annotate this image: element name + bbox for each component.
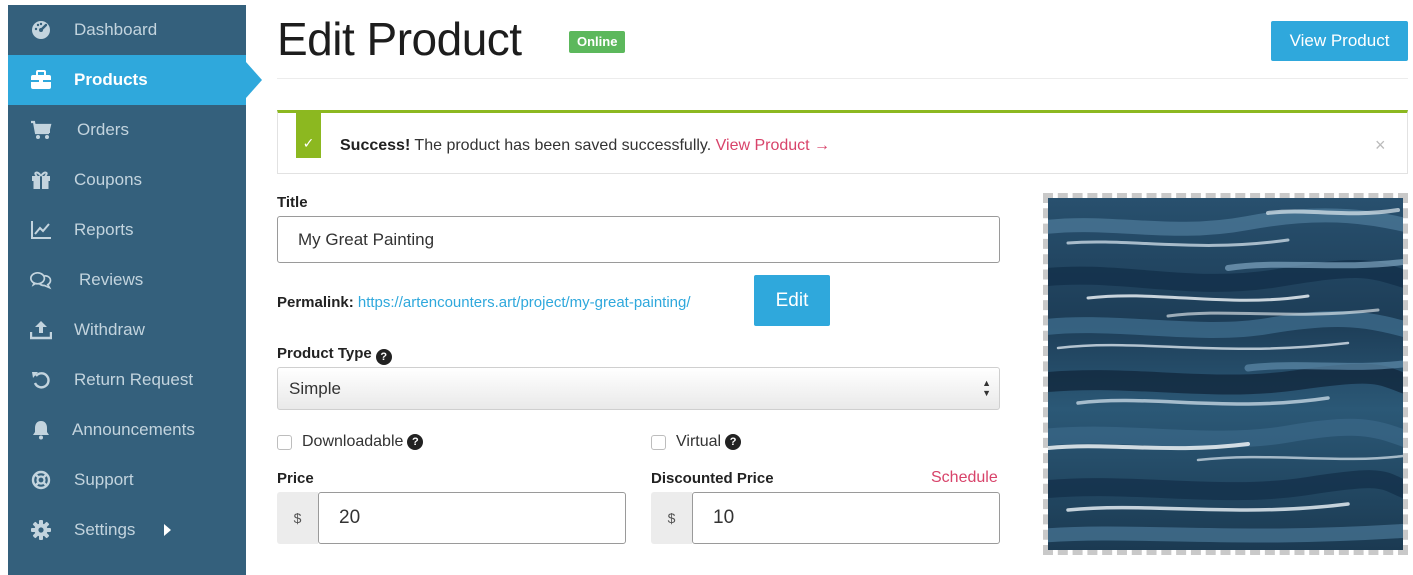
sidebar-item-orders[interactable]: Orders — [8, 105, 246, 155]
virtual-option: Virtual? — [651, 433, 742, 451]
virtual-label: Virtual — [676, 433, 722, 450]
select-arrows-icon: ▲ ▼ — [982, 378, 991, 398]
close-icon[interactable]: × — [1375, 135, 1386, 156]
edit-permalink-button[interactable]: Edit — [754, 275, 830, 326]
help-icon[interactable]: ? — [375, 349, 392, 365]
sidebar-item-label: Dashboard — [74, 20, 158, 39]
title-input[interactable] — [277, 216, 1000, 263]
virtual-checkbox[interactable] — [651, 434, 666, 450]
header-divider — [277, 78, 1408, 79]
notice-strong: Success! — [340, 137, 411, 154]
sidebar-item-label: Reviews — [79, 270, 144, 289]
permalink: Permalink: https://artencounters.art/pro… — [277, 294, 691, 311]
downloadable-checkbox[interactable] — [277, 434, 292, 450]
chart-icon — [30, 219, 52, 241]
sidebar-item-reports[interactable]: Reports — [8, 205, 246, 255]
product-type-label: Product Type? — [277, 345, 392, 365]
cart-icon — [30, 119, 52, 141]
permalink-url[interactable]: https://artencounters.art/project/my-gre… — [358, 294, 691, 311]
permalink-label: Permalink: — [277, 294, 354, 311]
sidebar-item-label: Announcements — [72, 420, 195, 439]
lifebuoy-icon — [30, 469, 52, 491]
check-icon: ✓ — [296, 110, 321, 158]
schedule-link[interactable]: Schedule — [931, 469, 998, 487]
sidebar-item-products[interactable]: Products — [8, 55, 246, 105]
sidebar-item-label: Orders — [77, 120, 129, 139]
gear-icon — [30, 519, 52, 541]
product-type-value: Simple — [289, 378, 341, 398]
sidebar-item-label: Coupons — [74, 170, 143, 189]
sidebar-item-coupons[interactable]: Coupons — [8, 155, 246, 205]
sidebar: Dashboard Products Orders Coupons Report… — [8, 5, 246, 575]
product-image-upload[interactable] — [1043, 193, 1408, 555]
sidebar-item-support[interactable]: Support — [8, 455, 246, 505]
sidebar-item-label: Products — [74, 70, 148, 89]
price-input[interactable] — [318, 492, 626, 544]
product-type-select[interactable]: Simple ▲ ▼ — [277, 367, 1000, 410]
sidebar-item-return-request[interactable]: Return Request — [8, 355, 246, 405]
comments-icon — [30, 269, 52, 291]
dashboard-icon — [30, 19, 52, 41]
sidebar-item-settings[interactable]: Settings — [8, 505, 246, 555]
sidebar-item-label: Withdraw — [74, 320, 145, 339]
sidebar-item-reviews[interactable]: Reviews — [8, 255, 246, 305]
sidebar-item-dashboard[interactable]: Dashboard — [8, 5, 246, 55]
help-icon[interactable]: ? — [407, 434, 424, 450]
status-badge: Online — [569, 31, 626, 53]
sidebar-item-label: Support — [74, 470, 134, 489]
sidebar-item-label: Reports — [74, 220, 134, 239]
sidebar-item-withdraw[interactable]: Withdraw — [8, 305, 246, 355]
title-label: Title — [277, 194, 308, 211]
product-image — [1048, 198, 1403, 550]
upload-icon — [30, 319, 52, 341]
product-type-label-text: Product Type — [277, 345, 372, 362]
page-title: Edit Product — [277, 13, 522, 65]
downloadable-label: Downloadable — [302, 433, 404, 450]
undo-icon — [30, 369, 52, 391]
sidebar-item-label: Settings — [74, 520, 136, 539]
notice-message: Success! The product has been saved succ… — [340, 137, 830, 155]
price-label: Price — [277, 470, 314, 487]
notice-view-product-link[interactable]: View Product → — [716, 137, 830, 154]
gift-icon — [30, 169, 52, 191]
price-currency: $ — [277, 492, 318, 544]
discounted-price-label: Discounted Price — [651, 470, 774, 487]
discount-currency: $ — [651, 492, 692, 544]
downloadable-option: Downloadable? — [277, 433, 424, 451]
discounted-price-input[interactable] — [692, 492, 1000, 544]
caret-right-icon — [164, 524, 171, 536]
sidebar-item-label: Return Request — [74, 370, 194, 389]
notice-text: The product has been saved successfully. — [410, 137, 716, 154]
view-product-button[interactable]: View Product — [1271, 21, 1408, 61]
sidebar-item-announcements[interactable]: Announcements — [8, 405, 246, 455]
success-notice: ✓ Success! The product has been saved su… — [277, 110, 1408, 174]
help-icon[interactable]: ? — [725, 434, 742, 450]
briefcase-icon — [30, 69, 52, 91]
bell-icon — [30, 419, 52, 441]
